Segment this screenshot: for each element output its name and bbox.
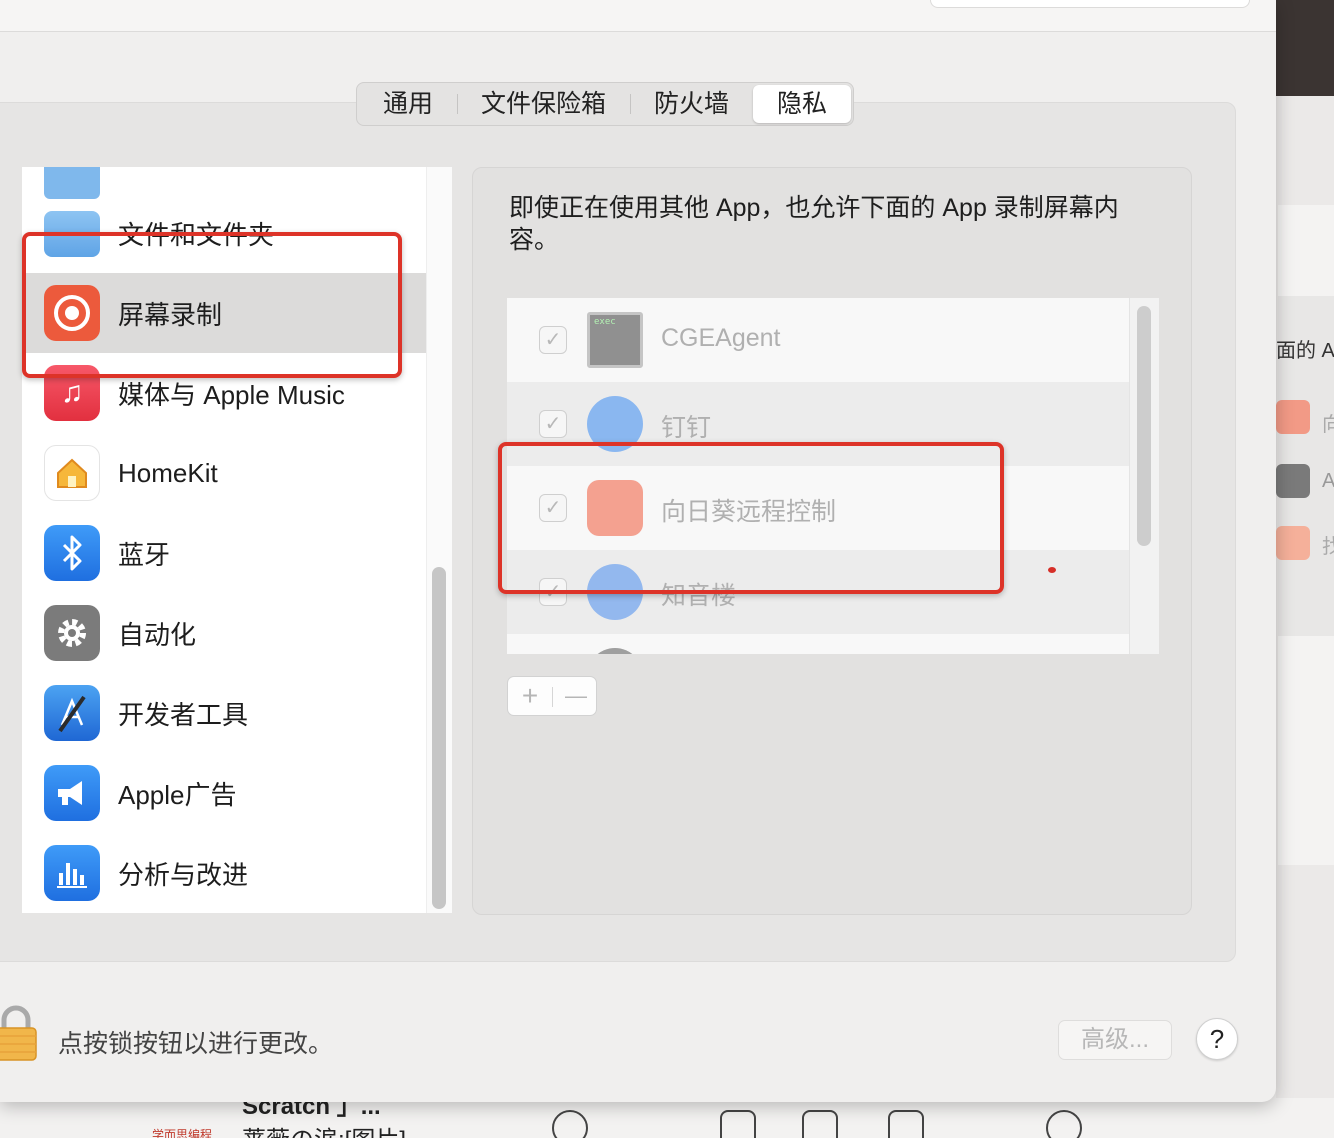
category-label: 分析与改进 (118, 859, 249, 890)
emoji-icon (552, 1110, 588, 1138)
dingtalk-icon (587, 396, 643, 452)
app-row-cgeagent[interactable]: ✓ exec CGEAgent (507, 298, 1129, 382)
bluetooth-icon (44, 525, 100, 581)
tab-bar: 通用 文件保险箱 防火墙 隐私 (356, 82, 855, 126)
remove-button[interactable]: — (554, 679, 598, 715)
annotation-dot (1048, 567, 1056, 573)
home-icon (44, 445, 100, 501)
category-item-screen-recording[interactable]: 屏幕录制 (22, 273, 426, 353)
category-item-homekit[interactable]: HomeKit (22, 433, 426, 513)
app-name: 钉钉 (661, 414, 712, 442)
security-privacy-window: 通用 文件保险箱 防火墙 隐私 文件和文件夹 屏幕录制 ♫ 媒体与 Apple … (0, 0, 1276, 1102)
privacy-category-list[interactable]: 文件和文件夹 屏幕录制 ♫ 媒体与 Apple Music HomeKit 蓝牙 (22, 167, 452, 913)
screen-recording-panel: 即使正在使用其他 App，也允许下面的 App 录制屏幕内容。 ✓ exec C… (472, 167, 1192, 915)
background-label: 面的 Ap (1276, 340, 1334, 362)
background-label: 向 (1322, 414, 1334, 436)
background-label: A (1322, 470, 1334, 492)
app-list[interactable]: ✓ exec CGEAgent ✓ 钉钉 ✓ 向日葵远程控制 ✓ 知音楼 (507, 298, 1159, 654)
add-remove-control: + — (507, 676, 597, 716)
zhiyinlou-icon (587, 564, 643, 620)
window-toolbar (0, 0, 1276, 32)
category-label: 文件和文件夹 (118, 219, 275, 250)
background-exec-icon (1276, 464, 1310, 498)
background-label: 找 (1322, 536, 1334, 558)
category-item-automation[interactable]: 自动化 (22, 593, 426, 673)
add-button[interactable]: + (508, 679, 552, 715)
category-item-media[interactable]: ♫ 媒体与 Apple Music (22, 353, 426, 433)
category-label: 屏幕录制 (118, 299, 223, 330)
panel-description: 即使正在使用其他 App，也允许下面的 App 录制屏幕内容。 (509, 194, 1119, 254)
tab-filevault[interactable]: 文件保险箱 (457, 85, 630, 123)
category-item-files[interactable]: 文件和文件夹 (22, 193, 426, 273)
image-icon (888, 1110, 924, 1138)
category-label: 自动化 (118, 619, 197, 650)
screen-record-icon (44, 285, 100, 341)
app-row-zhiyinlou[interactable]: ✓ 知音楼 (507, 550, 1129, 634)
category-label: Apple广告 (118, 779, 237, 810)
tab-firewall[interactable]: 防火墙 (630, 85, 753, 123)
background-logo-text: 学而思编程 (152, 1128, 213, 1138)
tab-general[interactable]: 通用 (359, 85, 457, 123)
category-label: 开发者工具 (118, 699, 249, 730)
lock-hint-text: 点按锁按钮以进行更改。 (58, 1030, 334, 1058)
advanced-button[interactable]: 高级... (1058, 1020, 1172, 1060)
clock-icon (1046, 1110, 1082, 1138)
app-checkbox[interactable]: ✓ (539, 494, 567, 522)
category-label: HomeKit (118, 457, 218, 488)
app-name: CGEAgent (661, 324, 781, 352)
background-chat-message: 蔷薇の涙:[图片] (242, 1120, 406, 1138)
phone-icon (720, 1110, 756, 1138)
category-item-analytics[interactable]: 分析与改进 (22, 833, 426, 913)
background-sunlogin-icon (1276, 400, 1310, 434)
chart-bars-icon (44, 845, 100, 901)
gear-icon (44, 605, 100, 661)
help-button[interactable]: ? (1196, 1018, 1238, 1060)
background-sogou-icon (1276, 526, 1310, 560)
exec-icon: exec (587, 312, 643, 368)
background-chat-strip: 学而思编程 Scratch 」... 蔷薇の涙:[图片] (100, 1098, 1334, 1138)
background-desktop (1276, 0, 1334, 96)
app-name: 知音楼 (661, 582, 737, 610)
megaphone-icon (44, 765, 100, 821)
divider (552, 687, 553, 707)
category-scrollbar-thumb[interactable] (432, 567, 446, 909)
app-name: 向日葵远程控制 (661, 498, 837, 526)
app-list-scrollbar-thumb[interactable] (1137, 306, 1151, 546)
app-checkbox[interactable]: ✓ (539, 578, 567, 606)
category-item-developer-tools[interactable]: 开发者工具 (22, 673, 426, 753)
developer-tools-icon (44, 685, 100, 741)
lock-icon[interactable] (0, 1004, 38, 1062)
folder-icon (802, 1110, 838, 1138)
category-label: 媒体与 Apple Music (118, 379, 345, 410)
music-icon: ♫ (44, 365, 100, 421)
app-row-dingtalk[interactable]: ✓ 钉钉 (507, 382, 1129, 466)
tab-privacy[interactable]: 隐私 (753, 85, 852, 123)
category-label: 蓝牙 (118, 539, 171, 570)
app-checkbox[interactable]: ✓ (539, 410, 567, 438)
app-icon-partial (587, 648, 643, 654)
app-row-sunlogin[interactable]: ✓ 向日葵远程控制 (507, 466, 1129, 550)
folder-icon (44, 211, 100, 257)
sunlogin-icon (587, 480, 643, 536)
category-item-apple-ads[interactable]: Apple广告 (22, 753, 426, 833)
app-checkbox[interactable]: ✓ (539, 326, 567, 354)
search-field[interactable] (930, 0, 1250, 8)
app-row-partial[interactable] (507, 634, 1129, 654)
category-item-bluetooth[interactable]: 蓝牙 (22, 513, 426, 593)
